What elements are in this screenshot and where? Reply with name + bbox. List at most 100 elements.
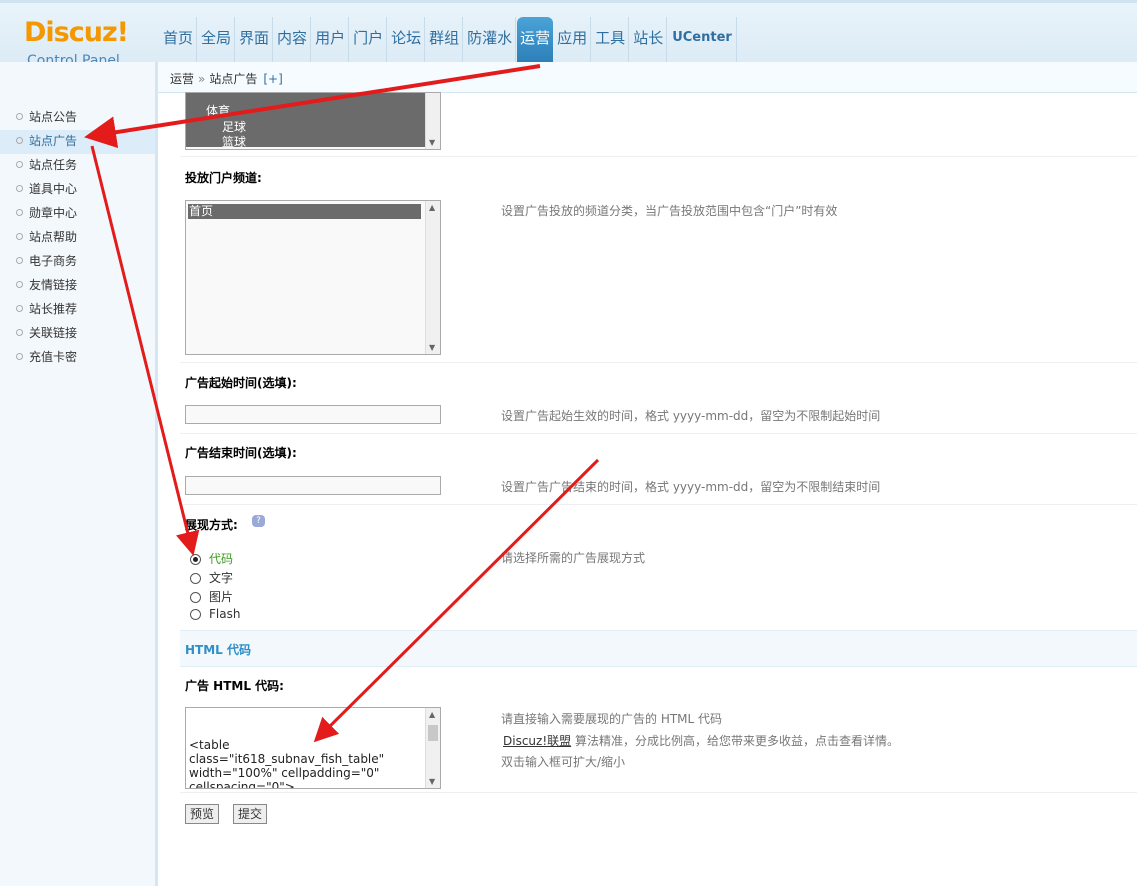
- scroll-up-icon[interactable]: ▲: [429, 710, 435, 719]
- sidebar: 站点公告站点广告站点任务道具中心勋章中心站点帮助电子商务友情链接站长推荐关联链接…: [0, 62, 158, 886]
- main-content: 体育 足球 篮球 ▼ 投放门户频道: 首页 ▲ ▼ 设置广告投放的频道分类，当广告…: [180, 92, 1137, 886]
- radio-label: 图片: [209, 590, 234, 604]
- nav-item[interactable]: 运营: [517, 17, 554, 62]
- sidebar-item-label: 电子商务: [29, 254, 78, 268]
- sidebar-item-label: 站点公告: [29, 110, 78, 124]
- sidebar-item[interactable]: 站点公告: [0, 106, 155, 130]
- nav-item[interactable]: 内容: [274, 17, 312, 62]
- portal-channel-select[interactable]: 首页 ▲ ▼: [185, 200, 441, 355]
- nav-item[interactable]: 工具: [592, 17, 630, 62]
- display-style-radio-code[interactable]: 代码: [190, 550, 233, 567]
- nav-item[interactable]: 全局: [198, 17, 236, 62]
- sidebar-item-label: 道具中心: [29, 182, 78, 196]
- row-divider: [180, 156, 1137, 157]
- discuz-union-link[interactable]: Discuz!联盟: [503, 734, 571, 748]
- portal-channel-tip: 设置广告投放的频道分类，当广告投放范围中包含“门户”时有效: [501, 204, 838, 218]
- radio-icon: [190, 609, 201, 620]
- forum-select[interactable]: 体育 足球 篮球 ▼: [185, 92, 441, 150]
- breadcrumb-parent[interactable]: 运营: [170, 72, 194, 86]
- sidebar-item[interactable]: 勋章中心: [0, 202, 155, 226]
- add-shortcut-button[interactable]: [+]: [263, 72, 282, 86]
- help-icon[interactable]: ?: [252, 515, 265, 527]
- selected-option-highlight: [188, 204, 421, 219]
- bullet-icon: [16, 161, 23, 168]
- sidebar-item-label: 站点任务: [29, 158, 78, 172]
- start-time-input[interactable]: [185, 405, 441, 424]
- nav-item[interactable]: 群组: [426, 17, 464, 62]
- radio-icon: [190, 592, 201, 603]
- sidebar-item[interactable]: 充值卡密: [0, 346, 155, 370]
- ad-html-textarea[interactable]: <table class="it618_subnav_fish_table" wid…: [185, 707, 441, 789]
- code-line: class="it618_subnav_fish_table": [189, 752, 385, 766]
- radio-icon: [190, 573, 201, 584]
- nav-item[interactable]: UCenter: [668, 17, 737, 62]
- section-header: HTML 代码: [180, 630, 1137, 667]
- header: Discuz! Control Panel 首页 全局 界面 内容 用户 门户 论坛 群组 防灌…: [0, 0, 1137, 69]
- nav-item[interactable]: 用户: [312, 17, 350, 62]
- row-divider: [180, 504, 1137, 505]
- start-time-label: 广告起始时间(选填):: [185, 376, 297, 390]
- scroll-down-icon[interactable]: ▼: [429, 777, 435, 786]
- forum-option[interactable]: 篮球: [222, 134, 246, 149]
- radio-label: Flash: [209, 607, 241, 621]
- row-divider: [180, 433, 1137, 434]
- scroll-down-icon[interactable]: ▼: [429, 343, 435, 352]
- start-time-tip: 设置广告起始生效的时间，格式 yyyy-mm-dd，留空为不限制起始时间: [501, 409, 881, 423]
- bullet-icon: [16, 353, 23, 360]
- portal-channel-scrollbar[interactable]: ▲ ▼: [425, 201, 440, 354]
- sidebar-item[interactable]: 站长推荐: [0, 298, 155, 322]
- bullet-icon: [16, 305, 23, 312]
- end-time-label: 广告结束时间(选填):: [185, 446, 297, 460]
- end-time-tip: 设置广告广告结束的时间，格式 yyyy-mm-dd，留空为不限制结束时间: [501, 480, 881, 494]
- preview-button[interactable]: 预览: [185, 804, 220, 824]
- forum-select-scrollbar[interactable]: ▼: [425, 93, 440, 149]
- ad-html-label: 广告 HTML 代码:: [185, 679, 284, 693]
- logo: Discuz!: [24, 17, 129, 48]
- code-line: cellspacing="0">: [189, 780, 295, 789]
- row-divider: [180, 792, 1137, 793]
- sidebar-item[interactable]: 友情链接: [0, 274, 155, 298]
- display-style-radio-flash[interactable]: Flash: [190, 607, 240, 621]
- bullet-icon: [16, 233, 23, 240]
- sidebar-item[interactable]: 站点广告: [0, 130, 155, 154]
- header-top-line: [0, 0, 1137, 3]
- nav-item[interactable]: 防灌水: [464, 17, 517, 62]
- nav-item[interactable]: 首页: [160, 17, 198, 62]
- bullet-icon: [16, 257, 23, 264]
- bullet-icon: [16, 185, 23, 192]
- sidebar-item[interactable]: 电子商务: [0, 250, 155, 274]
- ad-html-scrollbar[interactable]: ▲ ▼: [425, 708, 440, 788]
- forum-option[interactable]: 足球: [222, 119, 246, 135]
- sidebar-item[interactable]: 关联链接: [0, 322, 155, 346]
- sidebar-item[interactable]: 站点帮助: [0, 226, 155, 250]
- scrollbar-thumb[interactable]: [428, 725, 438, 741]
- section-title: HTML 代码: [185, 643, 251, 657]
- nav-item[interactable]: 站长: [630, 17, 668, 62]
- display-style-radio-text[interactable]: 文字: [190, 569, 233, 586]
- portal-channel-option[interactable]: 首页: [189, 204, 213, 219]
- sidebar-item-label: 站长推荐: [29, 302, 78, 316]
- display-style-label: 展现方式:: [185, 518, 238, 532]
- scroll-up-icon[interactable]: ▲: [429, 203, 435, 212]
- sidebar-item-label: 勋章中心: [29, 206, 78, 220]
- sidebar-item-label: 站点广告: [29, 134, 78, 148]
- code-line: <table: [189, 738, 230, 752]
- breadcrumb-current: 站点广告: [209, 72, 258, 86]
- code-line: width="100%" cellpadding="0": [189, 766, 380, 780]
- forum-option-group[interactable]: 体育: [206, 103, 230, 119]
- bullet-icon: [16, 209, 23, 216]
- submit-button[interactable]: 提交: [233, 804, 268, 824]
- scroll-down-icon[interactable]: ▼: [429, 138, 435, 147]
- nav-item[interactable]: 论坛: [388, 17, 426, 62]
- end-time-input[interactable]: [185, 476, 441, 495]
- nav-item[interactable]: 应用: [554, 17, 592, 62]
- breadcrumb-separator: »: [198, 72, 206, 86]
- display-style-radio-image[interactable]: 图片: [190, 588, 233, 605]
- radio-label: 文字: [209, 571, 234, 585]
- sidebar-item[interactable]: 道具中心: [0, 178, 155, 202]
- portal-channel-label: 投放门户频道:: [185, 171, 262, 185]
- nav-item[interactable]: 门户: [350, 17, 388, 62]
- sidebar-item[interactable]: 站点任务: [0, 154, 155, 178]
- nav-item[interactable]: 界面: [236, 17, 274, 62]
- main-nav: 首页 全局 界面 内容 用户 门户 论坛 群组 防灌水 运营 应用 工具 站长 UCenter: [160, 17, 738, 62]
